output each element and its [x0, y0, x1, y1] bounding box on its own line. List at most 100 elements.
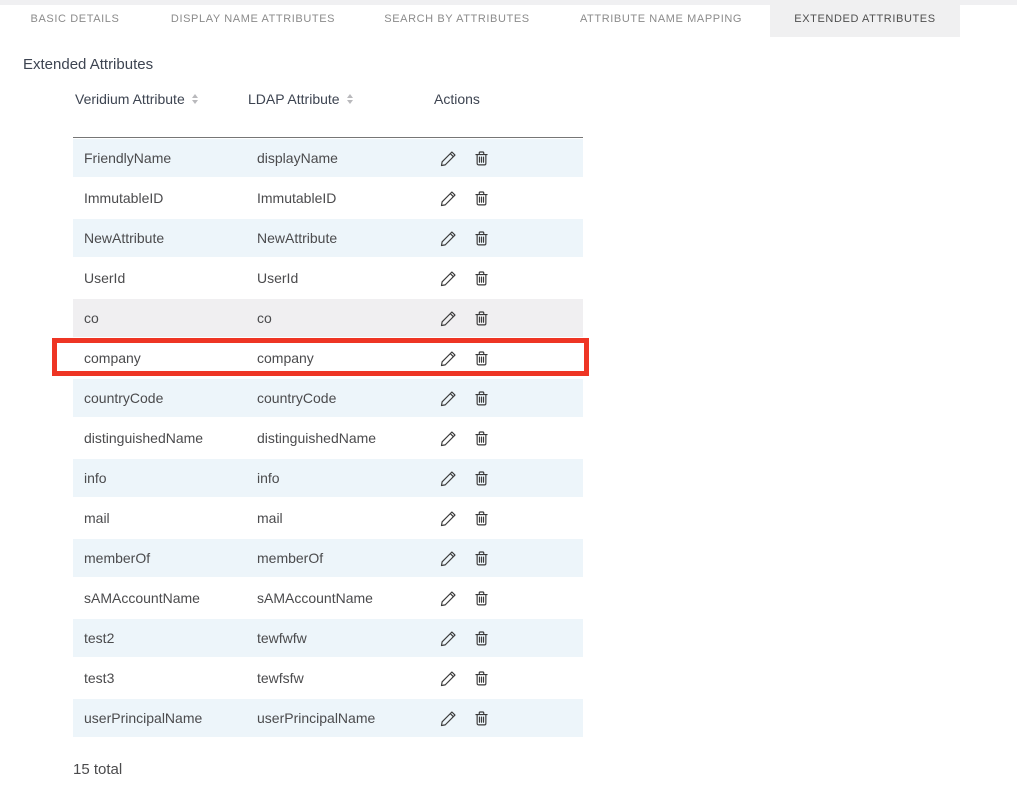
delete-button[interactable]: [472, 429, 490, 447]
trash-icon: [473, 310, 490, 327]
cell-veridium-attribute: test3: [73, 670, 246, 686]
edit-button[interactable]: [439, 149, 457, 167]
column-header-label: Actions: [434, 91, 480, 107]
delete-button[interactable]: [472, 509, 490, 527]
edit-button[interactable]: [439, 709, 457, 727]
tab-basic-details[interactable]: BASIC DETAILS: [10, 0, 140, 37]
edit-button[interactable]: [439, 509, 457, 527]
trash-icon: [473, 150, 490, 167]
edit-button[interactable]: [439, 589, 457, 607]
pencil-icon: [440, 390, 457, 407]
table-row: info info: [73, 458, 583, 498]
cell-actions: [432, 549, 583, 567]
pencil-icon: [440, 510, 457, 527]
table-row: FriendlyName displayName: [73, 138, 583, 178]
edit-button[interactable]: [439, 669, 457, 687]
cell-ldap-attribute: displayName: [246, 150, 432, 166]
cell-ldap-attribute: UserId: [246, 270, 432, 286]
cell-actions: [432, 189, 583, 207]
cell-veridium-attribute: company: [73, 350, 246, 366]
delete-button[interactable]: [472, 469, 490, 487]
cell-ldap-attribute: countryCode: [246, 390, 432, 406]
delete-button[interactable]: [472, 349, 490, 367]
table-row: userPrincipalName userPrincipalName: [73, 698, 583, 738]
edit-button[interactable]: [439, 309, 457, 327]
table-row: co co: [73, 298, 583, 338]
trash-icon: [473, 670, 490, 687]
cell-ldap-attribute: sAMAccountName: [246, 590, 432, 606]
table-row: ImmutableID ImmutableID: [73, 178, 583, 218]
cell-ldap-attribute: tewfwfw: [246, 630, 432, 646]
pencil-icon: [440, 230, 457, 247]
delete-button[interactable]: [472, 229, 490, 247]
edit-button[interactable]: [439, 389, 457, 407]
column-header-actions: Actions: [432, 91, 583, 107]
cell-actions: [432, 669, 583, 687]
table-row: memberOf memberOf: [73, 538, 583, 578]
cell-veridium-attribute: sAMAccountName: [73, 590, 246, 606]
edit-button[interactable]: [439, 229, 457, 247]
trash-icon: [473, 550, 490, 567]
sort-icon[interactable]: [347, 94, 353, 104]
tab-attribute-name-mapping[interactable]: ATTRIBUTE NAME MAPPING: [570, 0, 752, 37]
delete-button[interactable]: [472, 309, 490, 327]
cell-veridium-attribute: NewAttribute: [73, 230, 246, 246]
cell-ldap-attribute: userPrincipalName: [246, 710, 432, 726]
cell-veridium-attribute: ImmutableID: [73, 190, 246, 206]
column-header-ldap-attribute[interactable]: LDAP Attribute: [246, 91, 432, 107]
cell-ldap-attribute: distinguishedName: [246, 430, 432, 446]
table-row: distinguishedName distinguishedName: [73, 418, 583, 458]
table-header-row: Veridium Attribute LDAP Attribute Action…: [73, 88, 583, 110]
cell-ldap-attribute: mail: [246, 510, 432, 526]
table-row: company company: [73, 338, 583, 378]
delete-button[interactable]: [472, 269, 490, 287]
delete-button[interactable]: [472, 189, 490, 207]
table-row: sAMAccountName sAMAccountName: [73, 578, 583, 618]
cell-actions: [432, 589, 583, 607]
cell-ldap-attribute: tewfsfw: [246, 670, 432, 686]
delete-button[interactable]: [472, 589, 490, 607]
trash-icon: [473, 350, 490, 367]
tab-search-by-attributes[interactable]: SEARCH BY ATTRIBUTES: [374, 0, 540, 37]
edit-button[interactable]: [439, 349, 457, 367]
cell-ldap-attribute: ImmutableID: [246, 190, 432, 206]
delete-button[interactable]: [472, 549, 490, 567]
table-row: test2 tewfwfw: [73, 618, 583, 658]
pencil-icon: [440, 310, 457, 327]
cell-actions: [432, 709, 583, 727]
cell-actions: [432, 469, 583, 487]
cell-actions: [432, 349, 583, 367]
table-body: FriendlyName displayName: [73, 138, 583, 738]
delete-button[interactable]: [472, 389, 490, 407]
column-header-veridium-attribute[interactable]: Veridium Attribute: [73, 91, 246, 107]
edit-button[interactable]: [439, 469, 457, 487]
pencil-icon: [440, 630, 457, 647]
delete-button[interactable]: [472, 629, 490, 647]
cell-veridium-attribute: mail: [73, 510, 246, 526]
edit-button[interactable]: [439, 549, 457, 567]
sort-icon[interactable]: [192, 94, 198, 104]
delete-button[interactable]: [472, 669, 490, 687]
edit-button[interactable]: [439, 189, 457, 207]
table-row: countryCode countryCode: [73, 378, 583, 418]
tab-display-name-attributes[interactable]: DISPLAY NAME ATTRIBUTES: [160, 0, 346, 37]
cell-veridium-attribute: memberOf: [73, 550, 246, 566]
trash-icon: [473, 230, 490, 247]
tab-bar: BASIC DETAILS DISPLAY NAME ATTRIBUTES SE…: [0, 0, 1017, 37]
cell-actions: [432, 149, 583, 167]
trash-icon: [473, 270, 490, 287]
cell-ldap-attribute: memberOf: [246, 550, 432, 566]
tab-extended-attributes[interactable]: EXTENDED ATTRIBUTES: [770, 0, 960, 37]
cell-ldap-attribute: company: [246, 350, 432, 366]
table-row: NewAttribute NewAttribute: [73, 218, 583, 258]
edit-button[interactable]: [439, 429, 457, 447]
edit-button[interactable]: [439, 269, 457, 287]
cell-veridium-attribute: info: [73, 470, 246, 486]
trash-icon: [473, 590, 490, 607]
trash-icon: [473, 430, 490, 447]
delete-button[interactable]: [472, 149, 490, 167]
delete-button[interactable]: [472, 709, 490, 727]
edit-button[interactable]: [439, 629, 457, 647]
trash-icon: [473, 470, 490, 487]
trash-icon: [473, 510, 490, 527]
